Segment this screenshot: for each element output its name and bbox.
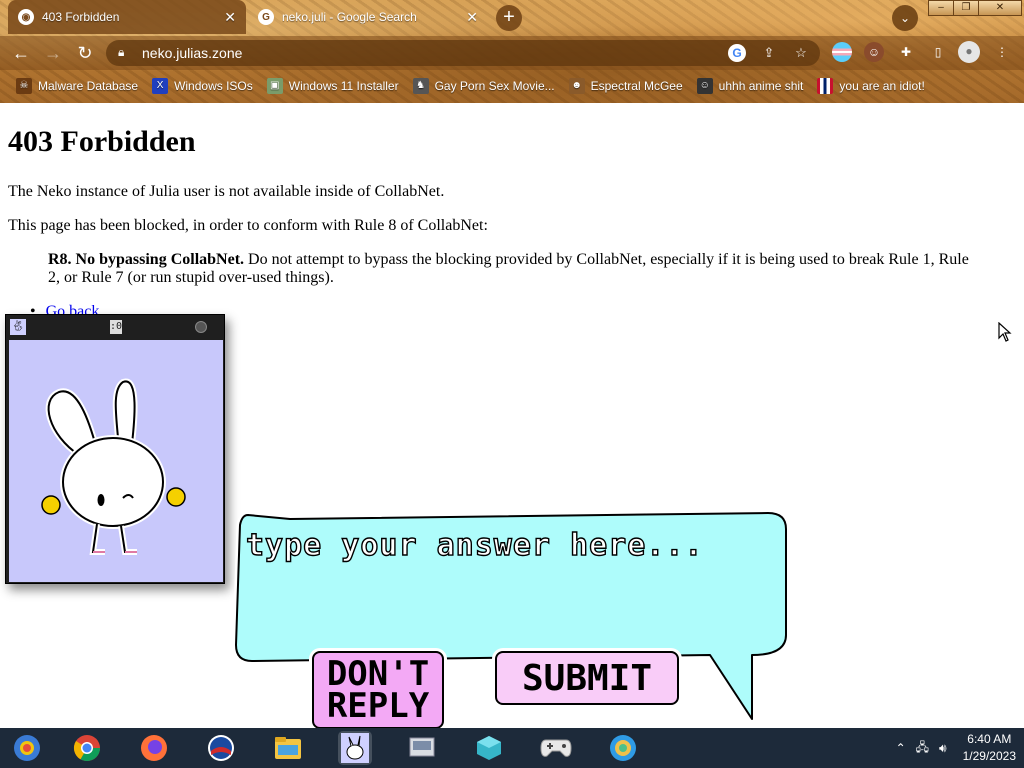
bookmark-label: Malware Database <box>38 79 139 93</box>
dont-reply-button[interactable]: DON'T REPLY <box>312 651 444 729</box>
trans-flag-extension-icon[interactable] <box>832 42 852 62</box>
forward-button[interactable]: → <box>41 41 65 65</box>
tab-title: neko.juli - Google Search <box>282 10 417 24</box>
scanner-icon[interactable] <box>405 731 439 765</box>
close-tab-icon[interactable]: ✕ <box>224 9 236 26</box>
bookmark-label: Windows ISOs <box>174 79 253 93</box>
page-heading: 403 Forbidden <box>8 125 196 158</box>
neko-close-button[interactable] <box>195 321 207 333</box>
neko-icon[interactable] <box>338 731 372 765</box>
bookmark-windows-isos[interactable]: X Windows ISOs <box>152 78 253 94</box>
neko-window[interactable]: 🐇︎ :0 <box>5 314 225 584</box>
network-icon[interactable]: 🖧︎ <box>916 738 929 759</box>
globe-icon: ◉ <box>18 9 34 25</box>
clock-date: 1/29/2023 <box>962 749 1016 763</box>
extensions-puzzle-icon[interactable]: ✚ <box>896 42 916 62</box>
firefox-icon[interactable] <box>137 731 171 765</box>
address-bar[interactable]: 🔒︎ neko.julias.zone G ⇪ ☆ <box>106 40 820 66</box>
x-icon: X <box>152 78 169 94</box>
anime-icon: ☺ <box>696 78 713 94</box>
bookmark-label: you are an idiot! <box>839 79 925 93</box>
edge-icon[interactable] <box>606 731 640 765</box>
close-tab-icon[interactable]: ✕ <box>466 9 478 26</box>
bookmarks-bar: ☠ Malware Database X Windows ISOs ▣ Wind… <box>0 72 1024 100</box>
system-tray: ⌃ 🖧︎ 🔊︎ 6:40 AM 1/29/2023 <box>896 728 1016 768</box>
volume-icon[interactable]: 🔊︎ <box>939 741 947 756</box>
side-panel-icon[interactable]: ▯ <box>928 42 948 62</box>
minimize-button[interactable]: – <box>928 0 954 16</box>
submit-button[interactable]: SUBMIT <box>495 651 679 705</box>
window-close-button[interactable]: ✕ <box>978 0 1022 16</box>
obama-icon[interactable] <box>204 731 238 765</box>
avatar-extension-icon[interactable]: ☺ <box>864 42 884 62</box>
answer-input[interactable] <box>246 520 766 570</box>
neko-window-title: :0 <box>110 320 123 334</box>
chevron-up-icon[interactable]: ⌃ <box>896 741 906 755</box>
image-icon: ▣ <box>266 78 283 94</box>
blocked-message: The Neko instance of Julia user is not a… <box>8 183 445 200</box>
rule-intro: This page has been blocked, in order to … <box>8 217 488 234</box>
tab-403-forbidden[interactable]: ◉ 403 Forbidden ✕ <box>8 0 246 34</box>
lock-icon[interactable]: 🔒︎ <box>118 45 124 60</box>
start-icon[interactable] <box>10 731 44 765</box>
chrome-icon[interactable] <box>70 731 104 765</box>
bookmark-you-are-an-idiot[interactable]: you are an idiot! <box>817 78 925 94</box>
google-lens-icon[interactable]: G <box>728 44 746 62</box>
bookmark-label: uhhh anime shit <box>718 79 804 93</box>
rule-title: R8. No bypassing CollabNet. <box>48 251 245 268</box>
new-tab-button[interactable]: + <box>496 5 522 31</box>
bookmark-label: Gay Porn Sex Movie... <box>434 79 555 93</box>
back-button[interactable]: ← <box>9 41 33 65</box>
figure-icon: ♞ <box>412 78 429 94</box>
tab-google-search[interactable]: G neko.juli - Google Search ✕ <box>248 0 488 34</box>
file-explorer-icon[interactable] <box>271 731 305 765</box>
clock[interactable]: 6:40 AM 1/29/2023 <box>963 731 1016 765</box>
skull-icon: ☠ <box>16 78 32 94</box>
kebab-menu-icon[interactable]: ⋮ <box>992 42 1012 62</box>
bunny-icon: 🐇︎ <box>10 319 26 335</box>
browser-chrome: ◉ 403 Forbidden ✕ G neko.juli - Google S… <box>0 0 1024 103</box>
tab-search-button[interactable]: ⌄ <box>892 5 918 31</box>
avatar-icon: ☻ <box>568 78 585 94</box>
bookmark-label: Windows 11 Installer <box>288 79 399 93</box>
bunny-sprite <box>41 378 186 555</box>
taskbar: ⌃ 🖧︎ 🔊︎ 6:40 AM 1/29/2023 <box>0 728 1024 768</box>
share-icon[interactable]: ⇪ <box>760 44 778 62</box>
bookmark-windows-11-installer[interactable]: ▣ Windows 11 Installer <box>266 78 399 94</box>
rule-blockquote: R8. No bypassing CollabNet. Do not attem… <box>48 251 978 287</box>
neko-canvas <box>9 340 223 582</box>
mouse-cursor-icon <box>998 322 1012 342</box>
bookmark-malware-database[interactable]: ☠ Malware Database <box>16 78 138 94</box>
google-icon: G <box>258 9 274 25</box>
clock-time: 6:40 AM <box>967 732 1012 746</box>
reload-button[interactable]: ↻ <box>73 41 97 65</box>
tab-title: 403 Forbidden <box>42 10 120 24</box>
url-text[interactable]: neko.julias.zone <box>142 45 242 61</box>
profile-icon[interactable]: ● <box>958 41 980 63</box>
bookmark-label: Espectral McGee <box>590 79 683 93</box>
bookmark-star-icon[interactable]: ☆ <box>792 44 810 62</box>
neko-titlebar[interactable]: 🐇︎ :0 <box>6 315 224 339</box>
gamepad-icon[interactable] <box>539 731 573 765</box>
restore-button[interactable]: ❐ <box>953 0 979 16</box>
cube-icon[interactable] <box>472 731 506 765</box>
bookmark-gay-porn-sex-movie[interactable]: ♞ Gay Porn Sex Movie... <box>412 78 555 94</box>
bookmark-espectral-mcgee[interactable]: ☻ Espectral McGee <box>568 78 683 94</box>
bookmark-anime[interactable]: ☺ uhhh anime shit <box>696 78 804 94</box>
flag-icon <box>817 78 834 94</box>
